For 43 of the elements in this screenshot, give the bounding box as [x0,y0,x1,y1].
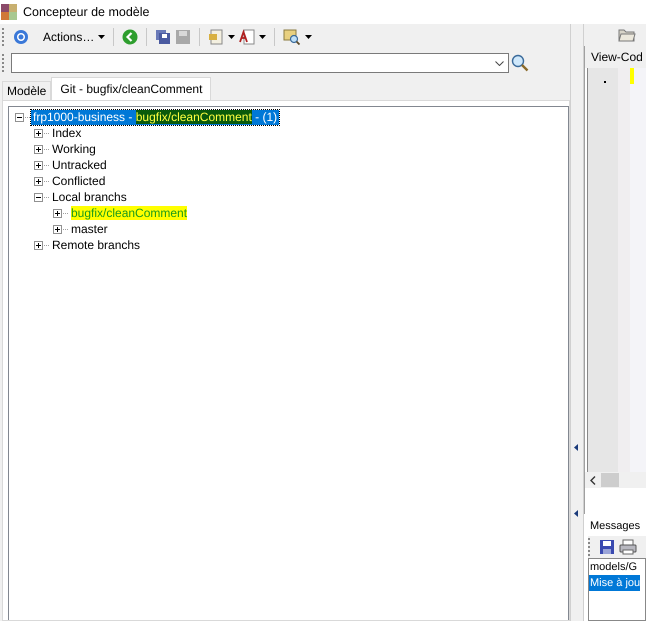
save-all-icon[interactable] [155,29,172,45]
tab[interactable]: Git - bugfix/cleanComment [51,77,212,100]
tab[interactable]: Modèle [2,81,52,100]
message-row[interactable]: models/G [589,559,638,575]
tree-item[interactable]: Index [50,126,84,140]
message-row[interactable]: Mise à jou [589,575,640,591]
expand-icon[interactable] [53,224,62,234]
expand-icon[interactable] [34,128,43,138]
circle-icon[interactable] [13,29,29,45]
dropdown-caret-icon[interactable] [259,35,266,39]
collapse-arrow-icon[interactable] [574,510,579,517]
expand-icon[interactable] [34,176,43,186]
expand-icon[interactable] [53,208,62,218]
dropdown-caret-icon[interactable] [305,35,312,39]
tree-item[interactable]: master [69,222,110,236]
expand-icon[interactable] [34,160,43,170]
dropdown-caret-icon[interactable] [228,35,236,39]
collapse-icon[interactable] [34,192,43,202]
dropdown-caret-icon[interactable] [98,35,106,39]
printer-icon[interactable] [619,539,637,555]
app-icon [1,4,17,20]
tree-item[interactable]: Working [50,142,98,156]
search-icon[interactable] [511,54,529,72]
actions-button[interactable]: Actions… [33,30,94,44]
collapse-icon[interactable] [15,112,24,122]
horizontal-scrollbar[interactable] [585,472,646,488]
scroll-left-icon[interactable] [590,476,596,484]
find-window-icon[interactable] [283,29,302,45]
messages-title: Messages [589,519,642,534]
folder-icon[interactable] [618,28,636,42]
chevron-down-icon[interactable] [495,61,504,66]
tree-item[interactable]: Local branchs [50,190,129,204]
collapse-arrow-icon[interactable] [574,444,579,451]
save-icon[interactable] [599,539,615,555]
window-title: Concepteur de modèle [23,5,150,19]
expand-icon[interactable] [34,240,43,250]
tree-item[interactable]: Untracked [50,158,109,172]
font-document-icon[interactable] [239,29,256,45]
tree-item[interactable]: Remote branchs [50,238,142,252]
code-tab[interactable]: View-Cod [585,46,646,68]
tree-item[interactable]: Conflicted [50,174,108,188]
expand-icon[interactable] [34,144,43,154]
tree-item[interactable]: frp1000-business - bugfix/cleanComment - (1) [31,110,280,124]
